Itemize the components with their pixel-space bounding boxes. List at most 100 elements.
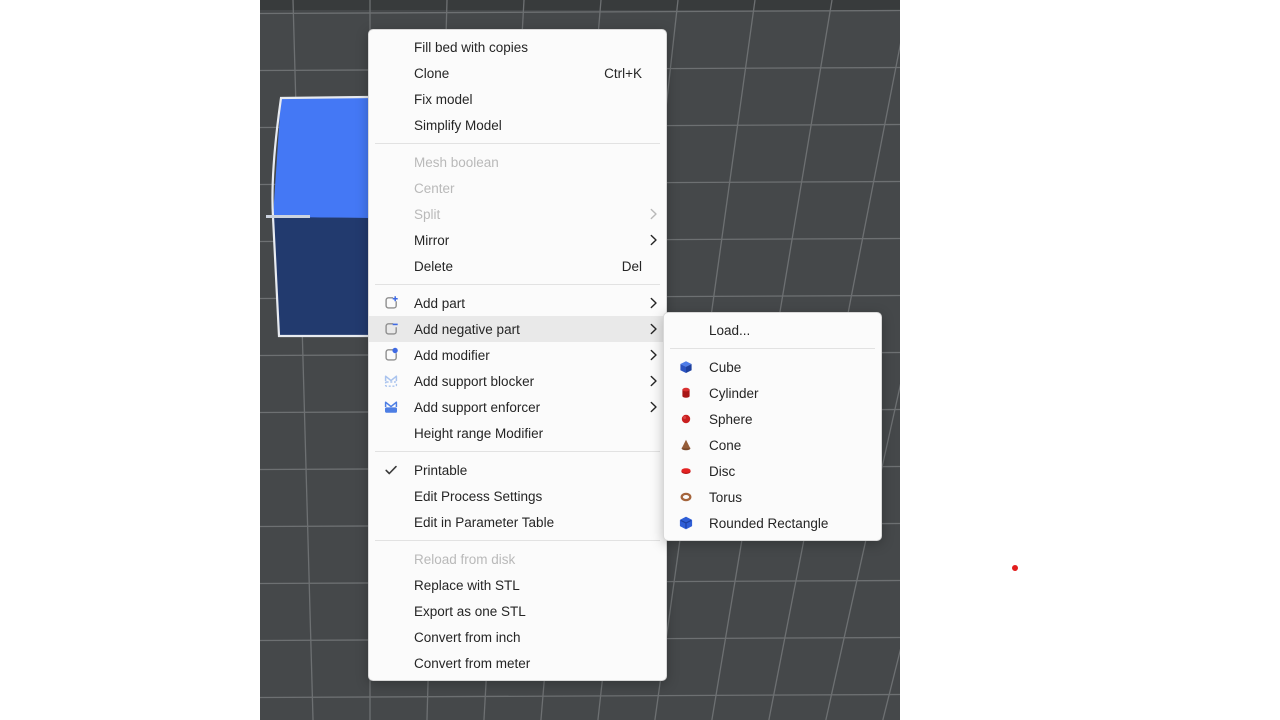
icon-slot-empty	[381, 577, 401, 593]
add-negative-part-submenu: Load... Cube Cylinder Sphere Cone Disc Torus Ro…	[663, 312, 882, 541]
menu-item-label: Fill bed with copies	[414, 40, 648, 55]
context-menu-item-height-range-modifier[interactable]: Height range Modifier	[369, 420, 666, 446]
submenu-item-disc[interactable]: Disc	[664, 458, 881, 484]
icon-slot-empty	[381, 258, 401, 274]
context-menu-item-clone[interactable]: CloneCtrl+K	[369, 60, 666, 86]
menu-item-label: Mirror	[414, 233, 648, 248]
menu-item-label: Clone	[414, 66, 604, 81]
context-menu-item-replace-with-stl[interactable]: Replace with STL	[369, 572, 666, 598]
cube-icon	[676, 359, 696, 375]
menu-item-label: Add part	[414, 296, 648, 311]
submenu-item-load[interactable]: Load...	[664, 317, 881, 343]
context-menu-item-split: Split	[369, 201, 666, 227]
icon-slot-empty	[381, 232, 401, 248]
menu-separator	[375, 451, 660, 452]
context-menu-item-add-support-blocker[interactable]: Add support blocker	[369, 368, 666, 394]
submenu-item-rounded-rectangle[interactable]: Rounded Rectangle	[664, 510, 881, 536]
menu-item-label: Fix model	[414, 92, 648, 107]
context-menu-item-add-support-enforcer[interactable]: Add support enforcer	[369, 394, 666, 420]
menu-separator	[375, 540, 660, 541]
menu-item-label: Delete	[414, 259, 622, 274]
menu-item-label: Printable	[414, 463, 648, 478]
icon-slot-empty	[381, 514, 401, 530]
icon-slot-empty	[381, 629, 401, 645]
support-blocker-icon	[381, 373, 401, 389]
menu-item-label: Torus	[709, 490, 863, 505]
menu-item-label: Reload from disk	[414, 552, 648, 567]
icon-slot-empty	[381, 655, 401, 671]
add-modifier-icon	[381, 347, 401, 363]
add-part-icon	[381, 295, 401, 311]
menu-item-label: Mesh boolean	[414, 155, 648, 170]
context-menu-item-convert-from-meter[interactable]: Convert from meter	[369, 650, 666, 676]
context-menu-item-edit-in-parameter-table[interactable]: Edit in Parameter Table	[369, 509, 666, 535]
menu-item-label: Cylinder	[709, 386, 863, 401]
context-menu-item-simplify-model[interactable]: Simplify Model	[369, 112, 666, 138]
icon-slot-empty	[381, 91, 401, 107]
menu-item-label: Center	[414, 181, 648, 196]
menu-separator	[670, 348, 875, 349]
submenu-item-cylinder[interactable]: Cylinder	[664, 380, 881, 406]
menu-item-label: Cone	[709, 438, 863, 453]
torus-icon	[676, 489, 696, 505]
context-menu-item-delete[interactable]: DeleteDel	[369, 253, 666, 279]
icon-slot-empty	[676, 322, 696, 338]
context-menu-item-add-part[interactable]: Add part	[369, 290, 666, 316]
chevron-right-icon	[648, 323, 658, 335]
menu-item-label: Edit Process Settings	[414, 489, 648, 504]
menu-item-label: Split	[414, 207, 648, 222]
model-top-face[interactable]	[273, 97, 368, 218]
submenu-item-cube[interactable]: Cube	[664, 354, 881, 380]
menu-item-label: Load...	[709, 323, 863, 338]
menu-separator	[375, 143, 660, 144]
model-edge-highlight	[266, 215, 310, 218]
check-icon	[381, 462, 401, 478]
menu-item-label: Convert from meter	[414, 656, 648, 671]
sphere-icon	[676, 411, 696, 427]
submenu-item-torus[interactable]: Torus	[664, 484, 881, 510]
add-negative-part-icon	[381, 321, 401, 337]
menu-item-label: Cube	[709, 360, 863, 375]
submenu-item-cone[interactable]: Cone	[664, 432, 881, 458]
icon-slot-empty	[381, 39, 401, 55]
context-menu: Fill bed with copies CloneCtrl+K Fix model…	[368, 29, 667, 681]
context-menu-item-add-negative-part[interactable]: Add negative part	[369, 316, 666, 342]
menu-item-label: Add negative part	[414, 322, 648, 337]
chevron-right-icon	[648, 375, 658, 387]
support-enforcer-icon	[381, 399, 401, 415]
cylinder-icon	[676, 385, 696, 401]
context-menu-item-printable[interactable]: Printable	[369, 457, 666, 483]
menu-item-label: Rounded Rectangle	[709, 516, 863, 531]
chevron-right-icon	[648, 401, 658, 413]
model-front-face[interactable]	[273, 217, 368, 336]
menu-item-label: Add support blocker	[414, 374, 648, 389]
context-menu-item-fix-model[interactable]: Fix model	[369, 86, 666, 112]
context-menu-item-mirror[interactable]: Mirror	[369, 227, 666, 253]
menu-separator	[375, 284, 660, 285]
context-menu-item-export-as-one-stl[interactable]: Export as one STL	[369, 598, 666, 624]
menu-item-label: Disc	[709, 464, 863, 479]
icon-slot-empty	[381, 425, 401, 441]
cursor-dot	[1012, 565, 1018, 571]
menu-item-label: Edit in Parameter Table	[414, 515, 648, 530]
menu-item-shortcut: Del	[622, 259, 642, 274]
context-menu-item-convert-from-inch[interactable]: Convert from inch	[369, 624, 666, 650]
menu-item-label: Sphere	[709, 412, 863, 427]
icon-slot-empty	[381, 154, 401, 170]
submenu-item-sphere[interactable]: Sphere	[664, 406, 881, 432]
context-menu-item-edit-process-settings[interactable]: Edit Process Settings	[369, 483, 666, 509]
chevron-right-icon	[648, 297, 658, 309]
chevron-right-icon	[648, 234, 658, 246]
context-menu-item-add-modifier[interactable]: Add modifier	[369, 342, 666, 368]
menu-item-shortcut: Ctrl+K	[604, 66, 642, 81]
context-menu-item-fill-bed-with-copies[interactable]: Fill bed with copies	[369, 34, 666, 60]
icon-slot-empty	[381, 180, 401, 196]
context-menu-item-mesh-boolean: Mesh boolean	[369, 149, 666, 175]
icon-slot-empty	[381, 603, 401, 619]
menu-item-label: Add modifier	[414, 348, 648, 363]
icon-slot-empty	[381, 206, 401, 222]
chevron-right-icon	[648, 208, 658, 220]
menu-item-label: Replace with STL	[414, 578, 648, 593]
icon-slot-empty	[381, 117, 401, 133]
rounded-rectangle-icon	[676, 515, 696, 531]
